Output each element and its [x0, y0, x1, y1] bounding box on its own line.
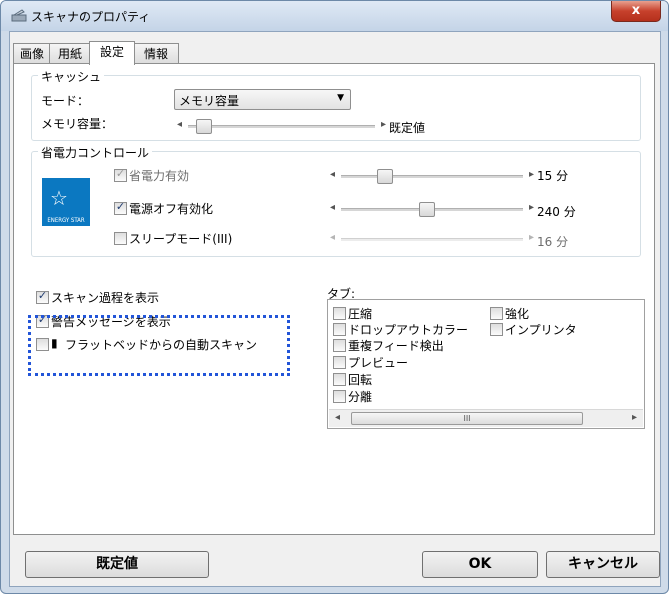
slider-left-arrow-icon[interactable]: ◂	[330, 202, 335, 213]
power-off-checkbox[interactable]: ✓	[114, 200, 127, 215]
energy-star-text: ENERGY STAR	[47, 217, 85, 224]
slider-track	[188, 125, 375, 128]
type-checkbox-imprinter[interactable]	[490, 323, 503, 336]
tab-image[interactable]: 画像	[13, 43, 51, 64]
scroll-left-arrow-icon[interactable]: ◂	[335, 412, 340, 423]
power-save-slider[interactable]: ◂ ▸	[327, 168, 537, 184]
type-checkbox-enhance[interactable]	[490, 307, 503, 320]
power-save-checkbox[interactable]: ✓	[114, 167, 127, 182]
power-legend: 省電力コントロール	[38, 144, 153, 161]
cache-legend: キャッシュ	[38, 68, 105, 85]
scanner-properties-window: スキャナのプロパティ x 画像 用紙 設定 情報 キャッシュ モード： メモリ容…	[0, 0, 669, 594]
mode-select[interactable]: メモリ容量 ▼	[174, 89, 351, 110]
check-icon: ✓	[115, 200, 126, 213]
type-checkbox-separate[interactable]	[333, 390, 346, 403]
slider-right-arrow-icon[interactable]: ▸	[529, 232, 534, 243]
power-save-value: 15 分	[537, 169, 569, 183]
list-item[interactable]: 回転	[348, 371, 372, 388]
tab-settings[interactable]: 設定	[89, 41, 135, 65]
type-checkbox-dropout[interactable]	[333, 323, 346, 336]
type-checkbox-rotate[interactable]	[333, 373, 346, 386]
memory-value: 既定値	[389, 121, 426, 135]
title-bar[interactable]: スキャナのプロパティ x	[1, 1, 668, 31]
slider-thumb[interactable]	[419, 202, 435, 217]
slider-thumb[interactable]	[377, 169, 393, 184]
type-checkbox-compress[interactable]	[333, 307, 346, 320]
sleep-mode-slider[interactable]: ◂ ▸	[327, 231, 537, 247]
close-button[interactable]: x	[611, 1, 661, 22]
tab-info[interactable]: 情報	[133, 43, 179, 64]
ok-button[interactable]: OK	[422, 551, 538, 578]
power-off-value: 240 分	[537, 205, 576, 219]
slider-left-arrow-icon[interactable]: ◂	[330, 169, 335, 180]
type-checkbox-preview[interactable]	[333, 356, 346, 369]
list-item[interactable]: プレビュー	[348, 354, 408, 371]
scanner-icon	[11, 9, 27, 22]
type-checkbox-double-feed[interactable]	[333, 339, 346, 352]
show-progress-checkbox[interactable]: ✓	[36, 289, 49, 304]
window-title: スキャナのプロパティ	[31, 10, 151, 24]
slider-left-arrow-icon[interactable]: ◂	[330, 232, 335, 243]
power-off-slider[interactable]: ◂ ▸	[327, 201, 537, 217]
tab-paper[interactable]: 用紙	[49, 43, 91, 64]
slider-right-arrow-icon[interactable]: ▸	[381, 119, 386, 130]
check-icon: ✓	[115, 167, 126, 180]
memory-slider[interactable]: ◂ ▸	[174, 118, 389, 134]
mode-label: モード：	[41, 94, 90, 108]
energy-star-icon: ☆	[50, 186, 68, 210]
power-save-label: 省電力有効	[129, 169, 190, 183]
list-hscrollbar[interactable]: ◂ III ▸	[329, 409, 643, 427]
slider-left-arrow-icon[interactable]: ◂	[177, 119, 182, 130]
mode-select-value: メモリ容量	[179, 94, 240, 108]
list-item[interactable]: ドロップアウトカラー	[348, 321, 468, 338]
energy-star-logo: ☆ ENERGY STAR	[42, 178, 90, 226]
list-item[interactable]: 分離	[348, 388, 372, 405]
scroll-right-arrow-icon[interactable]: ▸	[632, 412, 637, 423]
list-item[interactable]: 強化	[505, 305, 529, 322]
scroll-thumb[interactable]: III	[351, 412, 583, 425]
sleep-mode-label: スリープモード(III)	[129, 232, 233, 246]
list-item[interactable]: 圧縮	[348, 305, 372, 322]
slider-right-arrow-icon[interactable]: ▸	[529, 169, 534, 180]
chevron-down-icon: ▼	[337, 93, 344, 103]
default-button[interactable]: 既定値	[25, 551, 209, 578]
sleep-mode-value: 16 分	[537, 235, 569, 249]
slider-track	[341, 238, 523, 241]
highlight-box	[28, 315, 290, 376]
sleep-mode-checkbox[interactable]	[114, 232, 127, 245]
cancel-button[interactable]: キャンセル	[546, 551, 660, 578]
list-item[interactable]: 重複フィード検出	[348, 337, 444, 354]
slider-right-arrow-icon[interactable]: ▸	[529, 202, 534, 213]
memory-label: メモリ容量：	[41, 117, 114, 131]
list-item[interactable]: インプリンタ	[505, 321, 577, 338]
power-off-label: 電源オフ有効化	[129, 202, 214, 216]
check-icon: ✓	[37, 289, 48, 302]
slider-track	[341, 175, 523, 178]
slider-thumb[interactable]	[196, 119, 212, 134]
show-progress-label: スキャン過程を表示	[51, 291, 160, 305]
